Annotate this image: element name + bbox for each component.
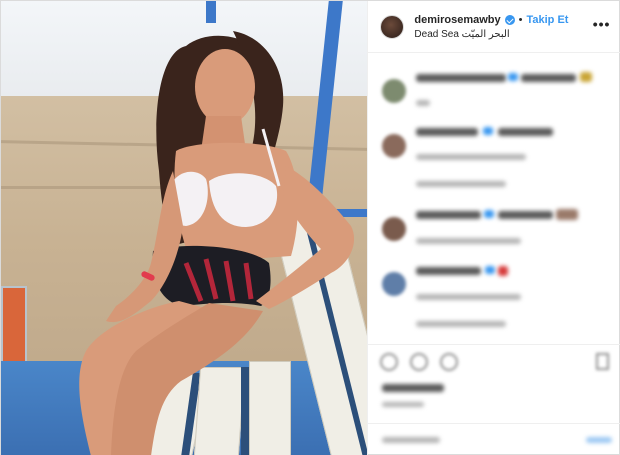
username-row: demirosemawby • Takip Et [414, 13, 568, 27]
heart-icon[interactable] [380, 353, 399, 371]
post-comment-button-blurred[interactable] [586, 437, 613, 443]
comment-meta-blurred [416, 100, 431, 106]
comment-emoji-blurred [580, 72, 593, 82]
comment-text-blurred [416, 74, 507, 82]
comment-input-divider [368, 423, 620, 424]
comment-meta-blurred [416, 294, 522, 300]
comment-emoji-blurred [484, 210, 495, 218]
comment-text-blurred [498, 128, 554, 136]
separator-dot: • [518, 14, 523, 26]
post-side-panel: demirosemawby • Takip Et Dead Sea البحر … [367, 1, 620, 455]
comment-meta-blurred [416, 238, 522, 244]
comment-emoji-blurred [498, 266, 509, 276]
comment-icon[interactable] [410, 353, 429, 371]
instagram-post: demirosemawby • Takip Et Dead Sea البحر … [0, 0, 620, 455]
follow-button[interactable]: Takip Et [526, 13, 568, 27]
view-replies-blurred[interactable] [416, 181, 507, 187]
more-options-icon[interactable]: ••• [593, 17, 611, 31]
comment-text-blurred [521, 74, 577, 82]
comment-avatar[interactable] [382, 134, 407, 158]
bookmark-icon[interactable] [596, 353, 610, 370]
comment-avatar[interactable] [382, 217, 407, 241]
comment-text-blurred [498, 211, 554, 219]
comment-text-blurred [416, 128, 479, 136]
add-comment-input-blurred[interactable] [382, 437, 441, 443]
view-replies-blurred[interactable] [416, 321, 507, 327]
user-avatar[interactable] [380, 14, 405, 39]
actions-divider [368, 344, 620, 345]
comment-emoji-blurred [508, 73, 519, 81]
likes-count-blurred[interactable] [382, 384, 445, 392]
comment-text-blurred [416, 211, 482, 219]
location-link[interactable]: Dead Sea البحر الميّت [414, 29, 568, 40]
post-header: demirosemawby • Takip Et Dead Sea البحر … [368, 1, 620, 53]
post-date-blurred [382, 402, 425, 407]
comment-emoji-blurred [556, 209, 579, 220]
verified-badge-icon [504, 15, 515, 25]
comment-meta-blurred [416, 154, 527, 160]
header-text: demirosemawby • Takip Et Dead Sea البحر … [414, 13, 568, 40]
comment-emoji-blurred [485, 266, 496, 274]
share-icon[interactable] [440, 353, 459, 371]
comment-avatar[interactable] [382, 79, 407, 103]
person-figure [79, 31, 355, 455]
comment-avatar[interactable] [382, 272, 407, 296]
comments-list [368, 54, 620, 344]
comment-emoji-blurred [483, 127, 494, 135]
comment-text-blurred [416, 267, 482, 275]
post-photo[interactable] [1, 1, 368, 455]
username-link[interactable]: demirosemawby [414, 13, 500, 27]
